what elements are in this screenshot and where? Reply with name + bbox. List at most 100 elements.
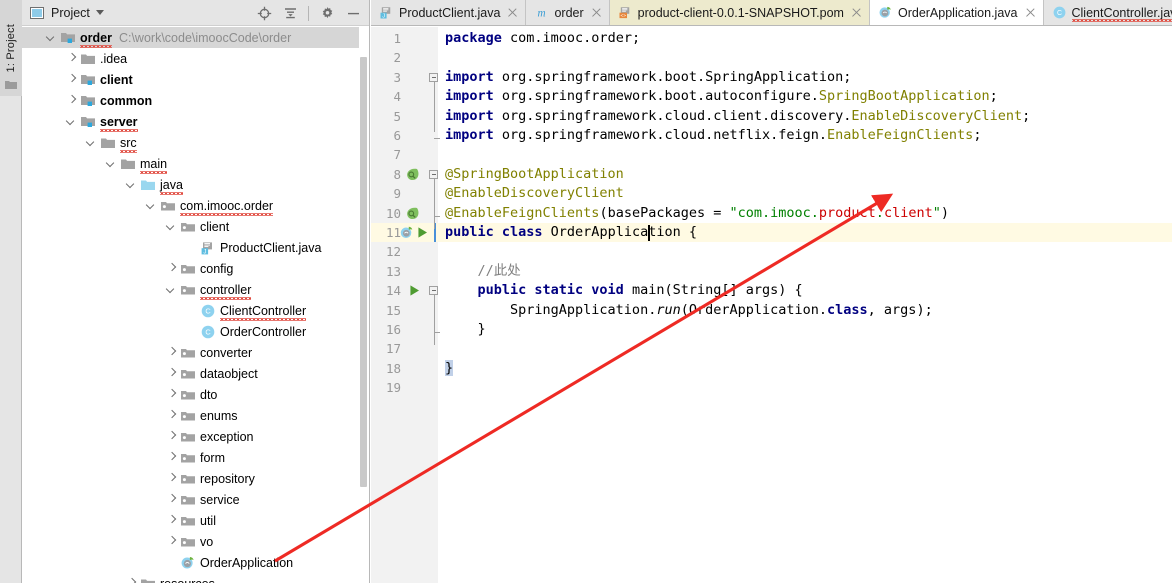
tree-row-common[interactable]: common — [22, 90, 359, 111]
chevron-down-icon[interactable] — [166, 221, 177, 232]
close-icon[interactable] — [851, 7, 862, 18]
tree-row-server[interactable]: server — [22, 111, 359, 132]
tree-row-client[interactable]: client — [22, 69, 359, 90]
line-number: 12 — [385, 244, 401, 260]
chevron-down-icon[interactable] — [46, 32, 57, 43]
code-token: . — [875, 204, 884, 221]
tree-row-repository[interactable]: repository — [22, 468, 359, 489]
java-class-icon: C — [200, 324, 216, 340]
gear-icon[interactable] — [315, 2, 339, 24]
tree-row-label: ClientController — [220, 303, 307, 321]
chevron-right-icon[interactable] — [166, 263, 177, 274]
fold-collapse-icon[interactable] — [429, 169, 438, 179]
close-icon[interactable] — [591, 7, 602, 18]
tree-row-com-imooc-order[interactable]: com.imooc.order — [22, 195, 359, 216]
chevron-right-icon[interactable] — [166, 473, 177, 484]
run-application-gutter-icon[interactable] — [415, 225, 431, 241]
close-icon[interactable] — [507, 7, 518, 18]
chevron-right-icon[interactable] — [126, 578, 137, 583]
fold-region-end — [433, 215, 440, 217]
run-method-gutter-icon[interactable] — [407, 283, 423, 299]
tree-row--idea[interactable]: .idea — [22, 48, 359, 69]
chevron-right-icon[interactable] — [166, 368, 177, 379]
tree-row-orderapplication[interactable]: OrderApplication — [22, 552, 359, 573]
chevron-right-icon[interactable] — [166, 515, 177, 526]
tree-row-service[interactable]: service — [22, 489, 359, 510]
tree-row-util[interactable]: util — [22, 510, 359, 531]
spring-bean-gutter-icon[interactable] — [405, 206, 421, 222]
chevron-down-icon[interactable] — [66, 116, 77, 127]
tree-row-ordercontroller[interactable]: C OrderController — [22, 321, 359, 342]
code-token: " — [932, 204, 941, 221]
svg-text:m: m — [538, 7, 546, 19]
chevron-down-icon[interactable] — [126, 179, 137, 190]
chevron-right-icon[interactable] — [166, 536, 177, 547]
project-tree-scrollbar-thumb[interactable] — [360, 57, 367, 487]
package-icon — [180, 492, 196, 508]
chevron-right-icon[interactable] — [66, 74, 77, 85]
chevron-right-icon[interactable] — [166, 347, 177, 358]
chevron-right-icon[interactable] — [166, 431, 177, 442]
java-file-icon: J — [379, 5, 394, 20]
chevron-down-icon[interactable] — [95, 10, 104, 15]
chevron-down-icon[interactable] — [106, 158, 117, 169]
chevron-down-icon[interactable] — [146, 200, 157, 211]
code-editor[interactable]: 1 package com.imooc.order; 2 3 import org.sp… — [371, 27, 1172, 583]
tree-row-dataobject[interactable]: dataobject — [22, 363, 359, 384]
chevron-right-icon[interactable] — [66, 53, 77, 64]
tree-row-config[interactable]: config — [22, 258, 359, 279]
tree-row-controller[interactable]: controller — [22, 279, 359, 300]
tree-row-resources[interactable]: resources — [22, 573, 359, 583]
tree-row-java[interactable]: java — [22, 174, 359, 195]
chevron-right-icon[interactable] — [166, 389, 177, 400]
tree-row-label: util — [200, 513, 216, 528]
code-line: SpringApplication.run(OrderApplication.c… — [445, 301, 1172, 320]
close-icon[interactable] — [1025, 7, 1036, 18]
chevron-right-icon[interactable] — [166, 494, 177, 505]
tree-row-main[interactable]: main — [22, 153, 359, 174]
editor-tab-productclient-java[interactable]: J ProductClient.java — [371, 0, 527, 25]
tree-row-order[interactable]: order C:\work\code\imoocCode\order — [22, 27, 359, 48]
line-number: 4 — [393, 89, 401, 105]
chevron-down-icon[interactable] — [166, 284, 177, 295]
scroll-from-source-icon[interactable] — [252, 2, 276, 24]
tree-row-exception[interactable]: exception — [22, 426, 359, 447]
tree-row-converter[interactable]: converter — [22, 342, 359, 363]
chevron-right-icon[interactable] — [166, 452, 177, 463]
left-tool-window-stripe: 1: Project — [0, 0, 22, 583]
java-class-icon: C — [1052, 5, 1067, 20]
tree-row-dto[interactable]: dto — [22, 384, 359, 405]
tree-row-client[interactable]: client — [22, 216, 359, 237]
chevron-right-icon[interactable] — [166, 410, 177, 421]
tree-row-src[interactable]: src — [22, 132, 359, 153]
tree-row-label: main — [140, 156, 168, 174]
editor-tab-product-client-0-0-1-snapshot-pom[interactable]: <> product-client-0.0.1-SNAPSHOT.pom — [609, 0, 870, 25]
editor-tab-clientcontroller-java[interactable]: C ClientController.java — [1043, 0, 1172, 25]
tree-row-label: client — [200, 219, 230, 234]
fold-collapse-icon[interactable] — [429, 72, 438, 82]
project-tree[interactable]: order C:\work\code\imoocCode\order .idea cl… — [22, 26, 359, 583]
editor-tab-order[interactable]: m order — [526, 0, 610, 25]
code-token: ) — [940, 204, 949, 221]
chevron-down-icon[interactable] — [86, 137, 97, 148]
spring-boot-class-gutter-icon[interactable] — [399, 225, 415, 241]
chevron-right-icon[interactable] — [66, 95, 77, 106]
code-line: import org.springframework.cloud.client.… — [445, 107, 1172, 126]
tree-row-vo[interactable]: vo — [22, 531, 359, 552]
tree-row-productclient-java[interactable]: J ProductClient.java — [22, 237, 359, 258]
minimize-icon[interactable] — [341, 2, 365, 24]
collapse-all-icon[interactable] — [278, 2, 302, 24]
spring-bean-gutter-icon[interactable] — [405, 167, 421, 183]
editor-tab-orderapplication-java[interactable]: OrderApplication.java — [869, 0, 1044, 25]
tree-row-clientcontroller[interactable]: C ClientController — [22, 300, 359, 321]
editor-code-area[interactable]: 1 package com.imooc.order; 2 3 import org.sp… — [371, 27, 1172, 583]
fold-collapse-icon[interactable] — [429, 286, 438, 296]
svg-text:C: C — [205, 327, 211, 336]
tree-row-enums[interactable]: enums — [22, 405, 359, 426]
tree-row-form[interactable]: form — [22, 447, 359, 468]
line-number: 8 — [393, 166, 401, 182]
project-tree-scrollbar[interactable] — [360, 27, 368, 565]
code-token: package — [445, 30, 511, 46]
